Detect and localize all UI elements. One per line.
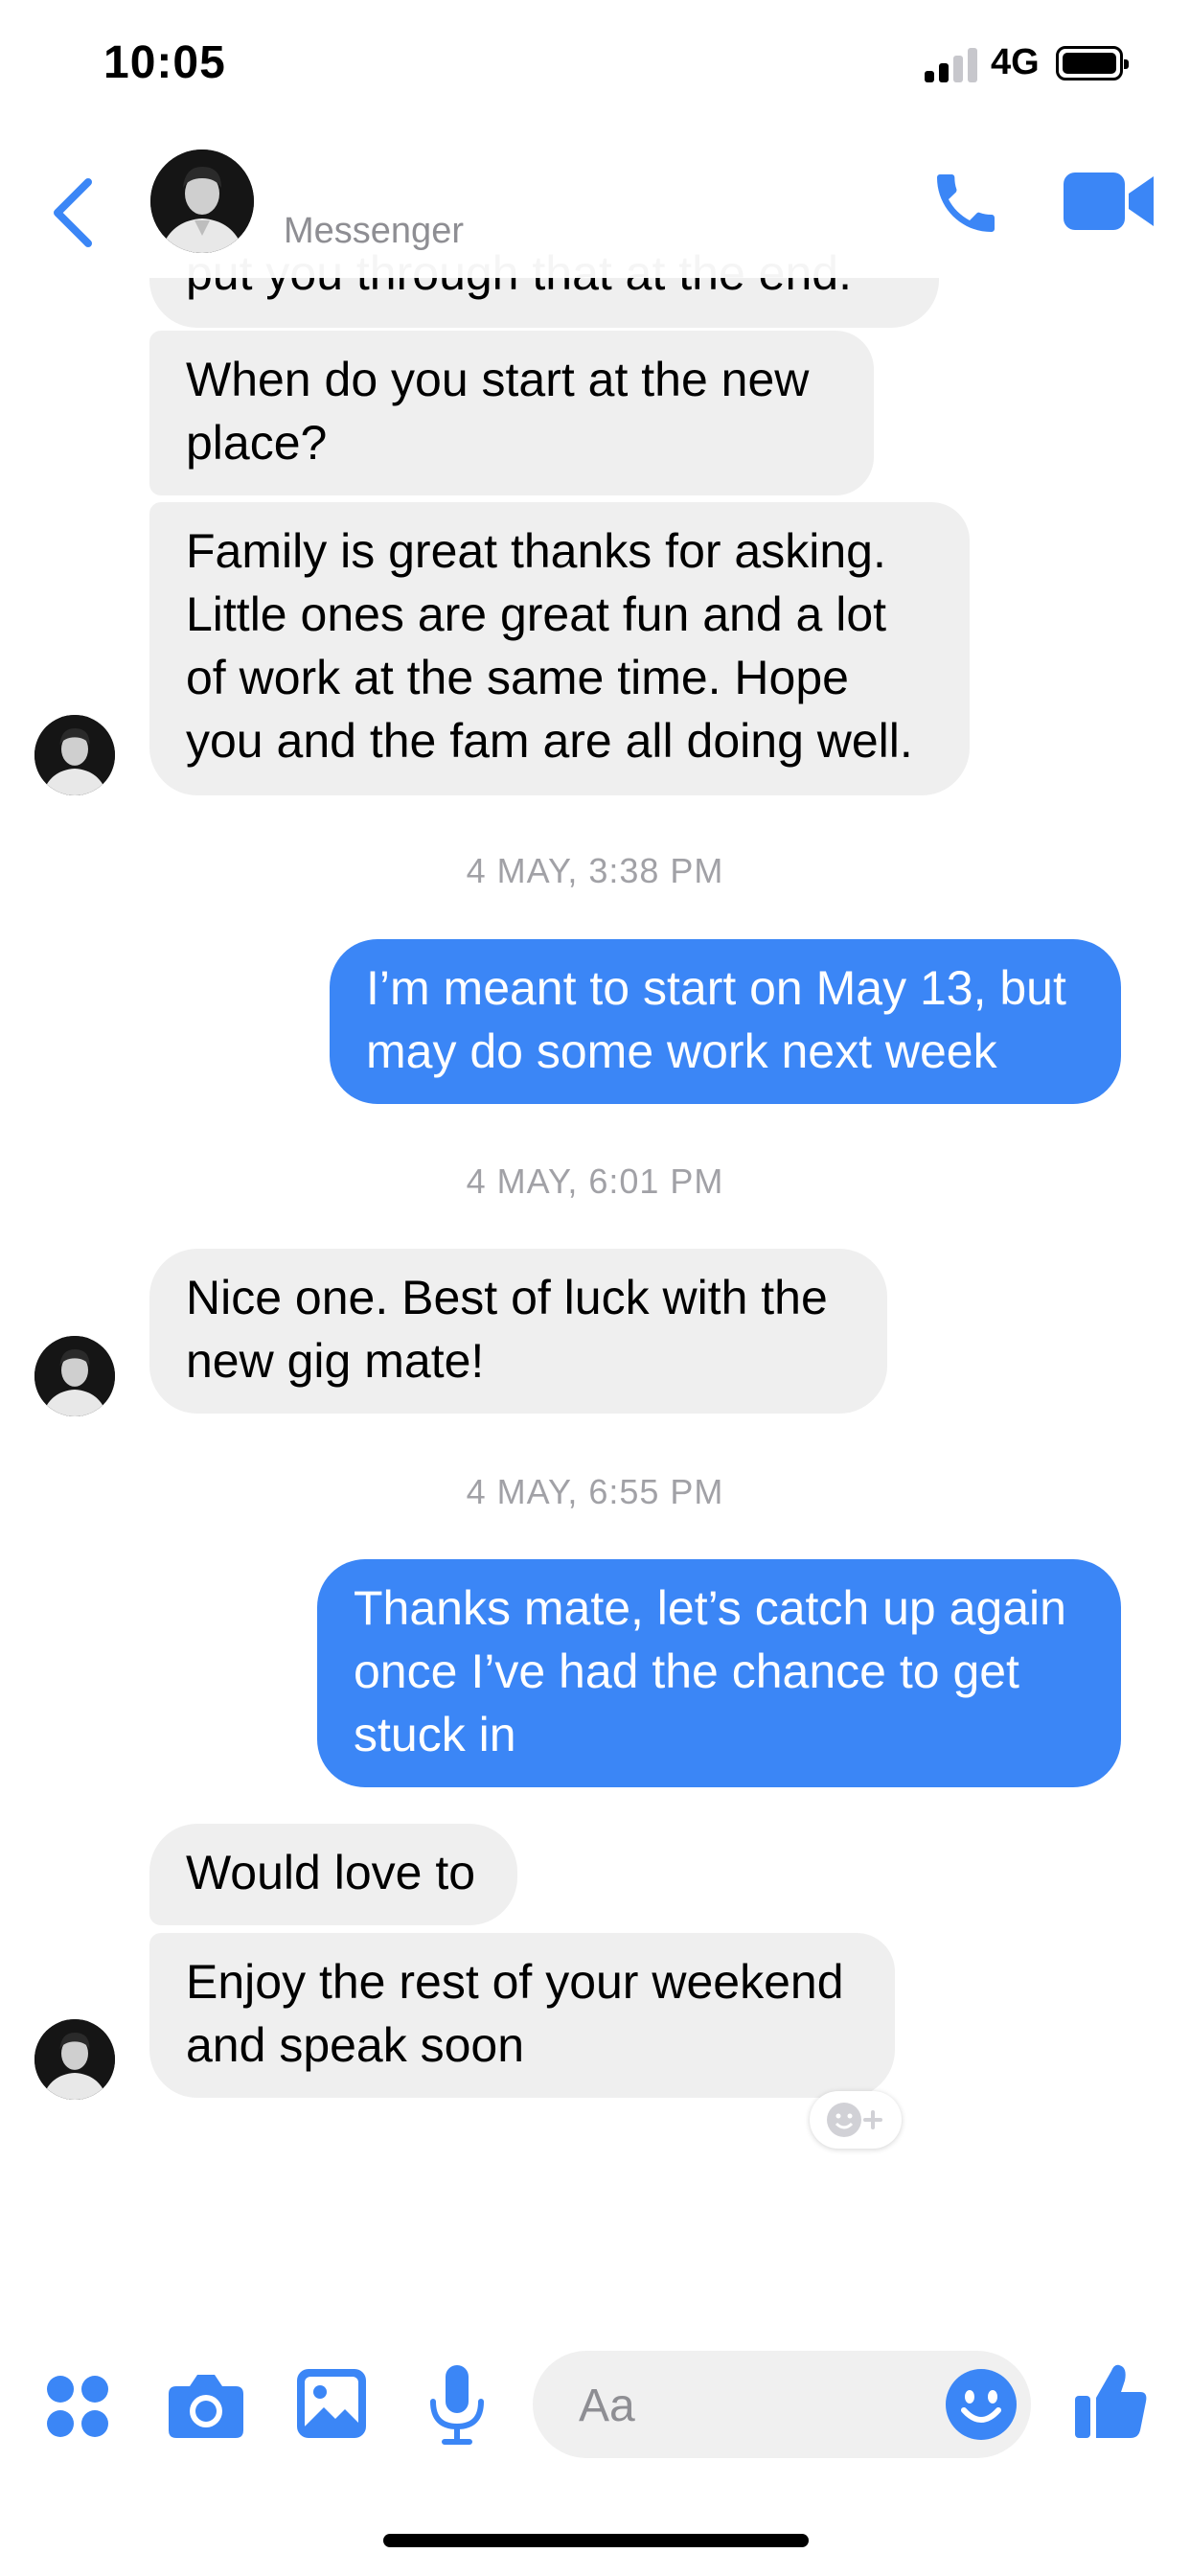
contact-avatar[interactable]: [150, 150, 254, 253]
gallery-icon[interactable]: [297, 2369, 366, 2438]
timestamp: 4 MAY, 3:38 PM: [466, 851, 724, 890]
message-bubble-outgoing[interactable]: Thanks mate, let’s catch up again once I…: [317, 1559, 1121, 1787]
conversation-header: Messenger: [0, 134, 1190, 278]
message-bubble-incoming[interactable]: Enjoy the rest of your weekend and speak…: [149, 1933, 895, 2098]
composer-bar: Aa: [0, 2338, 1190, 2472]
thumbs-up-icon[interactable]: [1073, 2359, 1148, 2440]
message-bubble-incoming[interactable]: Family is great thanks for asking. Littl…: [149, 502, 970, 795]
message-bubble-incoming[interactable]: When do you start at the new place?: [149, 331, 874, 495]
phone-icon[interactable]: [927, 165, 1004, 242]
camera-icon[interactable]: [169, 2371, 243, 2438]
microphone-icon[interactable]: [427, 2365, 487, 2446]
message-bubble-incoming[interactable]: Would love to: [149, 1824, 517, 1925]
status-time: 10:05: [103, 37, 226, 88]
emoji-icon[interactable]: [943, 2366, 1019, 2443]
contact-avatar[interactable]: [34, 1336, 115, 1416]
message-input[interactable]: Aa: [533, 2351, 1031, 2458]
home-indicator: [383, 2534, 809, 2547]
signal-strength-icon: [925, 46, 980, 82]
message-input-placeholder: Aa: [579, 2380, 635, 2431]
message-bubble-incoming[interactable]: Nice one. Best of luck with the new gig …: [149, 1249, 887, 1414]
apps-grid-icon[interactable]: [44, 2373, 111, 2440]
contact-avatar[interactable]: [34, 715, 115, 795]
header-subtitle: Messenger: [284, 211, 464, 251]
timestamp: 4 MAY, 6:01 PM: [466, 1162, 724, 1201]
video-camera-icon[interactable]: [1064, 169, 1154, 234]
add-reaction-button[interactable]: [810, 2091, 902, 2149]
timestamp: 4 MAY, 6:55 PM: [466, 1472, 724, 1511]
contact-avatar[interactable]: [34, 2019, 115, 2100]
network-type: 4G: [991, 42, 1040, 82]
battery-icon: [1056, 46, 1129, 80]
add-reaction-icon: [827, 2103, 882, 2137]
back-chevron-icon[interactable]: [46, 174, 100, 251]
message-bubble-outgoing[interactable]: I’m meant to start on May 13, but may do…: [330, 939, 1121, 1104]
status-bar: 10:05 4G: [0, 0, 1190, 134]
